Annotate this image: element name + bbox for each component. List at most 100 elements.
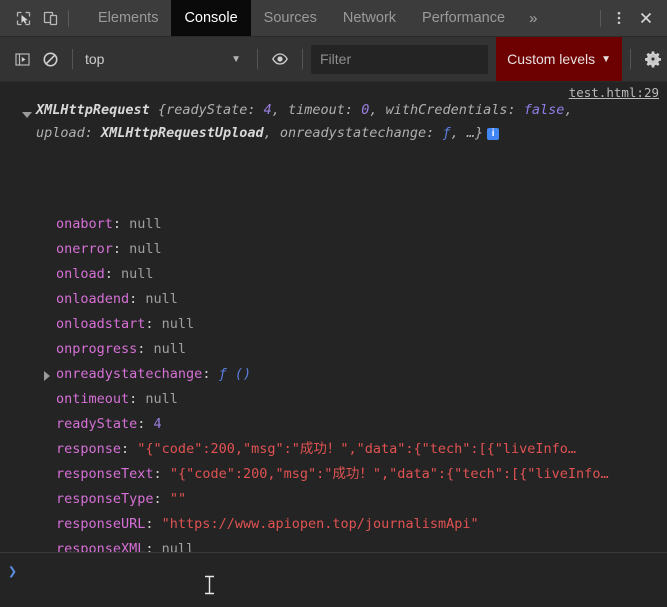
property-key[interactable]: onload	[56, 266, 105, 282]
table-row[interactable]: ontimeout: null	[0, 387, 667, 412]
property-value: null	[145, 391, 178, 407]
object-constructor-name: XMLHttpRequest	[36, 102, 150, 118]
header-onreadystatechange-value: ƒ	[442, 125, 451, 141]
property-value: null	[129, 216, 162, 232]
property-value: "{"code":200,"msg":"成功！","data":{"tech":…	[169, 466, 609, 482]
table-row[interactable]: onprogress: null	[0, 337, 667, 362]
tab-sources[interactable]: Sources	[251, 0, 330, 36]
inspect-element-glyph	[16, 11, 31, 25]
gear-icon[interactable]	[639, 45, 667, 73]
property-key[interactable]: onreadystatechange	[56, 366, 202, 382]
table-row[interactable]: onloadend: null	[0, 287, 667, 312]
tab-bar-left-icons	[0, 0, 79, 36]
header-withcredentials-key: withCredentials:	[385, 102, 516, 118]
chevron-down-icon: ▼	[231, 53, 241, 65]
table-row[interactable]: responseURL: "https://www.apiopen.top/jo…	[0, 512, 667, 537]
property-key[interactable]: response	[56, 441, 121, 457]
expand-triangle-icon[interactable]	[44, 371, 50, 381]
header-readystate-key: readyState:	[166, 102, 256, 118]
chevron-down-icon: ▼	[601, 53, 611, 65]
property-value: ƒ ()	[218, 366, 252, 382]
property-key[interactable]: responseText	[56, 466, 154, 482]
tab-bar-divider	[68, 9, 69, 27]
property-key[interactable]: onloadend	[56, 291, 129, 307]
property-key[interactable]: onloadstart	[56, 316, 145, 332]
header-upload-key-part2: d:	[76, 125, 93, 141]
console-sidebar-glyph	[14, 52, 30, 66]
table-row[interactable]: response: "{"code":200,"msg":"成功！","data…	[0, 437, 667, 462]
console-prompt-input[interactable]	[24, 559, 667, 581]
execution-context-selector[interactable]: top ▼	[81, 46, 249, 72]
gear-glyph	[644, 51, 662, 68]
console-prompt[interactable]: ❯	[0, 552, 667, 607]
filter-input[interactable]	[311, 44, 489, 74]
console-toolbar: top ▼ Custom levels ▼	[0, 37, 667, 82]
header-upload-key-part1: uploa	[36, 125, 77, 141]
table-row[interactable]: onerror: null	[0, 237, 667, 262]
table-row[interactable]: responseText: "{"code":200,"msg":"成功！","…	[0, 462, 667, 487]
toolbar-divider-3	[302, 49, 303, 69]
execution-context-value: top	[85, 51, 105, 67]
console-sidebar-icon[interactable]	[8, 45, 36, 73]
device-toolbar-glyph	[43, 11, 58, 25]
toolbar-divider-1	[72, 49, 73, 69]
property-key[interactable]: responseURL	[56, 516, 145, 532]
kebab-menu-icon[interactable]	[605, 5, 632, 32]
toolbar-divider-4	[630, 49, 631, 69]
property-key[interactable]: onerror	[56, 241, 113, 257]
header-upload-value: XMLHttpRequestUpload	[101, 125, 264, 141]
table-row[interactable]: responseXML: null	[0, 537, 667, 552]
header-ellipsis: , …}	[450, 125, 484, 141]
tab-bar-divider-right	[600, 9, 601, 27]
inspect-element-icon[interactable]	[10, 5, 37, 32]
table-row[interactable]: onloadstart: null	[0, 312, 667, 337]
object-header: XMLHttpRequest {readyState: 4, timeout: …	[36, 102, 573, 141]
devtools-tab-bar: Elements Console Sources Network Perform…	[0, 0, 667, 37]
tab-performance[interactable]: Performance	[409, 0, 518, 36]
header-onreadystatechange-key: onreadystatechange:	[279, 125, 435, 141]
property-value: null	[153, 341, 187, 357]
object-expand-triangle[interactable]	[22, 112, 32, 118]
table-row[interactable]: responseType: ""	[0, 487, 667, 512]
table-row[interactable]: onreadystatechange: ƒ ()	[0, 362, 667, 387]
info-badge-icon[interactable]: i	[487, 128, 500, 140]
kebab-menu-glyph	[617, 11, 620, 25]
property-key[interactable]: responseType	[56, 491, 154, 507]
log-levels-dropdown[interactable]: Custom levels ▼	[496, 37, 622, 81]
table-row[interactable]: onabort: null	[0, 212, 667, 237]
property-value: "{"code":200,"msg":"成功！","data":{"tech":…	[137, 441, 577, 457]
toolbar-divider-2	[257, 49, 258, 69]
header-readystate-value: 4	[263, 102, 272, 118]
live-expression-icon[interactable]	[266, 45, 294, 73]
property-value: 4	[153, 416, 162, 432]
property-key[interactable]: onprogress	[56, 341, 137, 357]
property-key[interactable]: responseXML	[56, 541, 145, 552]
property-value: null	[161, 541, 195, 552]
console-output: test.html:29 XMLHttpRequest {readyState:…	[0, 82, 667, 552]
tab-elements[interactable]: Elements	[85, 0, 171, 36]
close-icon[interactable]	[632, 5, 659, 32]
header-timeout-key: timeout:	[288, 102, 354, 118]
property-value: "https://www.apiopen.top/journalismApi"	[161, 516, 479, 532]
source-location-link[interactable]: test.html:29	[569, 85, 659, 100]
property-key[interactable]: readyState	[56, 416, 137, 432]
tab-console[interactable]: Console	[171, 0, 251, 36]
property-value: null	[145, 291, 178, 307]
eye-glyph	[272, 53, 288, 65]
property-value: null	[129, 241, 162, 257]
clear-console-glyph	[43, 52, 57, 66]
property-key[interactable]: onabort	[56, 216, 113, 232]
table-row[interactable]: onload: null	[0, 262, 667, 287]
panel-tabs: Elements Console Sources Network Perform…	[85, 0, 596, 36]
clear-console-icon[interactable]	[36, 45, 64, 73]
header-withcredentials-value: false	[523, 102, 565, 118]
property-key[interactable]: ontimeout	[56, 391, 129, 407]
close-glyph	[640, 12, 651, 24]
table-row[interactable]: readyState: 4	[0, 412, 667, 437]
tab-network[interactable]: Network	[330, 0, 409, 36]
object-property-list: onabort: null onerror: null onload: null…	[0, 212, 667, 552]
more-tabs-icon[interactable]: »	[518, 0, 548, 36]
log-levels-label: Custom levels	[507, 51, 596, 67]
device-toolbar-icon[interactable]	[37, 5, 64, 32]
prompt-caret-icon: ❯	[8, 562, 18, 580]
